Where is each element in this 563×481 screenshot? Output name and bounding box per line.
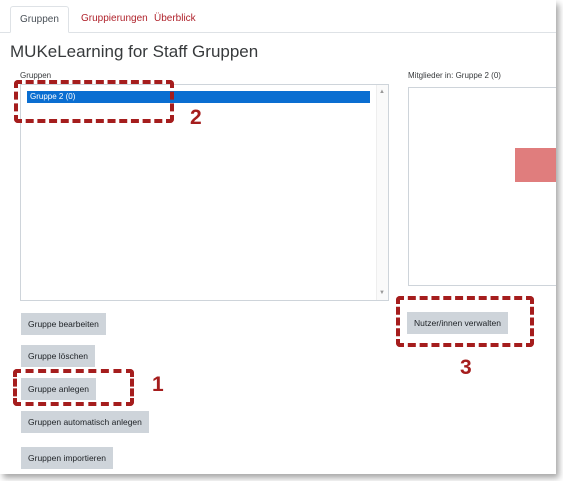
listbox-scrollbar[interactable]: ▲ ▼ [376,85,388,300]
annotation-number-1: 1 [152,373,164,396]
tab-gruppen[interactable]: Gruppen [10,6,69,33]
members-label: Mitglieder in: Gruppe 2 (0) [408,71,501,80]
tab-bar: Gruppen Gruppierungen Überblick [0,0,556,33]
edit-group-button[interactable]: Gruppe bearbeiten [21,313,106,335]
scroll-up-icon[interactable]: ▲ [379,89,385,95]
tab-gruppierungen[interactable]: Gruppierungen [72,6,157,31]
groups-label: Gruppen [20,71,52,80]
annotation-box-2 [14,80,174,123]
window-frame: Gruppen Gruppierungen Überblick MUKeLear… [0,0,556,474]
annotation-number-2: 2 [190,106,202,129]
annotation-box-3 [396,296,534,347]
delete-group-button[interactable]: Gruppe löschen [21,345,96,367]
highlight-block [515,148,556,182]
page-title: MUKeLearning for Staff Gruppen [10,42,259,61]
scroll-down-icon[interactable]: ▼ [379,290,385,296]
annotation-number-3: 3 [460,356,472,379]
import-groups-button[interactable]: Gruppen importieren [21,447,113,469]
annotation-box-1 [13,369,134,406]
tab-ueberblick[interactable]: Überblick [145,6,205,31]
auto-create-groups-button[interactable]: Gruppen automatisch anlegen [21,411,149,433]
members-listbox[interactable] [408,87,556,286]
